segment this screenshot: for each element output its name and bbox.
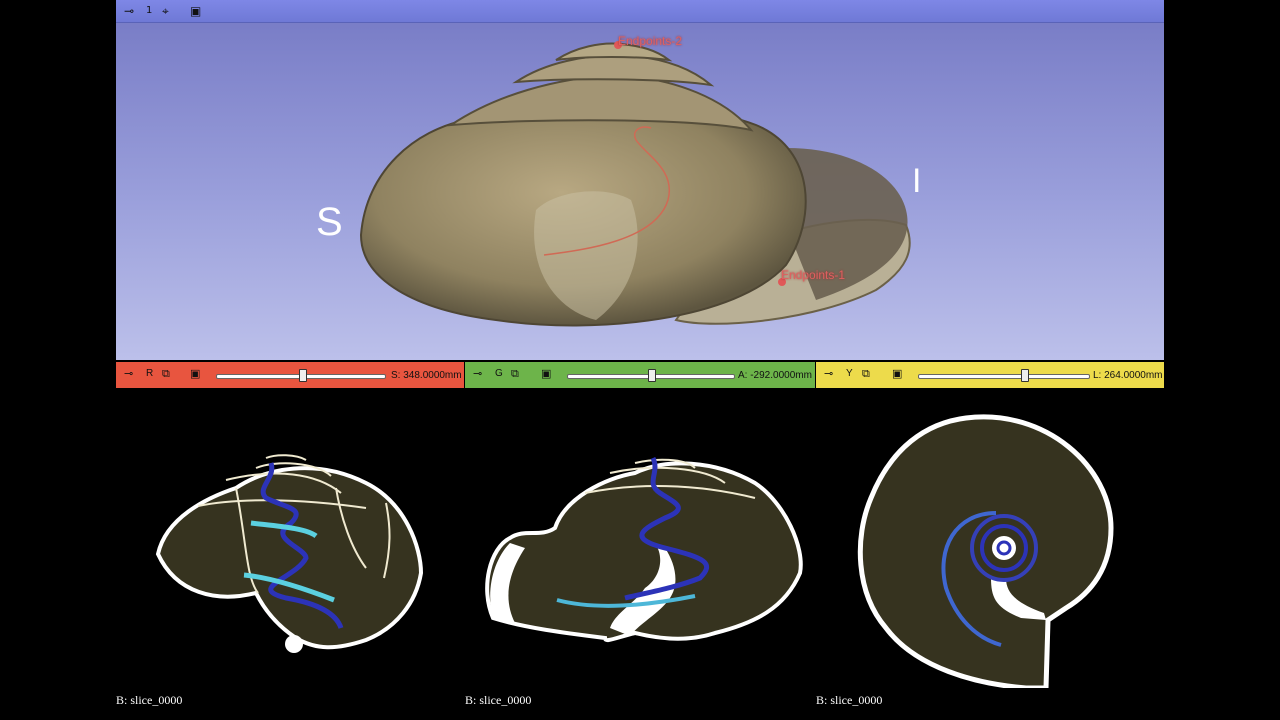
slice-offset-value: S: 348.0000mm [391, 370, 462, 381]
fiducial-label-endpoints-1[interactable]: Endpoints-1 [781, 268, 845, 282]
background-layer-label: B: slice_0000 [816, 693, 883, 707]
fiducial-label-endpoints-2[interactable]: Endpoints-2 [618, 34, 682, 48]
slice-image-yellow [857, 414, 1114, 688]
slider-handle[interactable] [648, 369, 656, 382]
slice-view-yellow[interactable]: ⊸ Y ⧉ ▣ L: 264.0000mm B: slice_0000 [816, 362, 1164, 720]
slice-image-green [485, 456, 803, 643]
slice-view-green[interactable]: ⊸ G ⧉ ▣ A: -292.0000mm B: slice_0000 [465, 362, 815, 720]
pin-icon[interactable]: ⊸ [473, 367, 482, 380]
maximize-view-icon[interactable]: ▣ [541, 367, 551, 380]
link-icon[interactable]: ⧉ [162, 367, 170, 381]
maximize-view-icon[interactable]: ▣ [892, 367, 902, 380]
background-layer-label: B: slice_0000 [116, 693, 183, 707]
slice-letter: G [495, 368, 503, 379]
link-icon[interactable]: ⧉ [511, 367, 519, 381]
pin-icon[interactable]: ⊸ [124, 367, 133, 380]
maximize-view-icon[interactable]: ▣ [190, 367, 200, 380]
slice-image-red [155, 454, 424, 653]
background-layer-label: B: slice_0000 [465, 693, 532, 707]
slice-toolbar-green: ⊸ G ⧉ ▣ A: -292.0000mm [465, 362, 815, 388]
slice-view-red[interactable]: ⊸ R ⧉ ▣ S: 348.0000mm B: slice_0000 [116, 362, 464, 720]
slider-handle[interactable] [299, 369, 307, 382]
slice-toolbar-yellow: ⊸ Y ⧉ ▣ L: 264.0000mm [816, 362, 1164, 388]
slice-letter: Y [846, 368, 853, 379]
slice-letter: R [146, 368, 154, 379]
slice-offset-value: L: 264.0000mm [1093, 370, 1163, 381]
orientation-label-i: I [912, 162, 922, 200]
pin-icon[interactable]: ⊸ [824, 367, 833, 380]
orientation-label-s: S [316, 200, 343, 244]
slice-offset-slider[interactable] [918, 374, 1090, 379]
shell-3d-render [359, 41, 911, 327]
slider-handle[interactable] [1021, 369, 1029, 382]
link-icon[interactable]: ⧉ [862, 367, 870, 381]
slice-offset-value: A: -292.0000mm [738, 370, 812, 381]
slice-toolbar-red: ⊸ R ⧉ ▣ S: 348.0000mm [116, 362, 464, 388]
view-3d[interactable]: ⊸ 1 ⌖ ▣ Endpoints-2 Endpoints-1 S I [116, 0, 1164, 360]
